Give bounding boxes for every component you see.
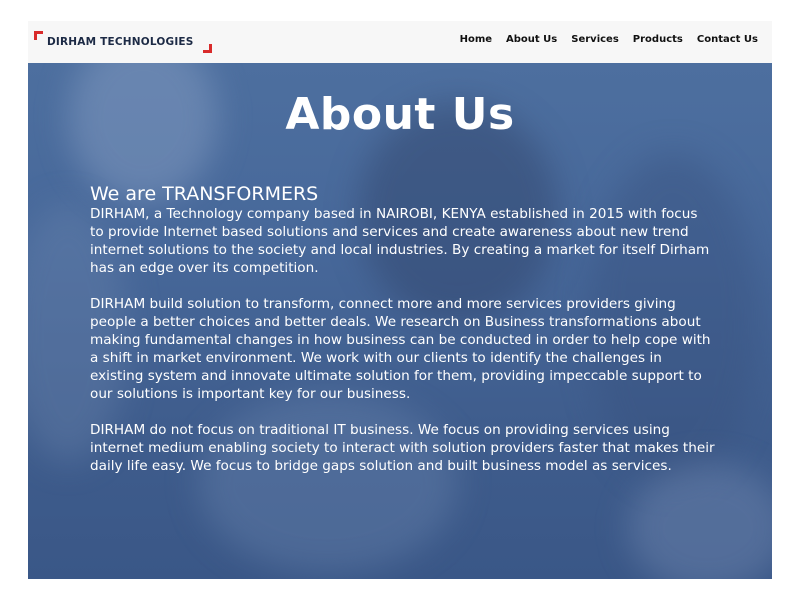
about-content: We are TRANSFORMERS DIRHAM, a Technology… — [90, 183, 715, 493]
about-paragraph: DIRHAM build solution to transform, conn… — [90, 296, 711, 402]
brand-logo[interactable]: DIRHAM TECHNOLOGIES — [34, 31, 212, 53]
nav-about-us[interactable]: About Us — [506, 34, 557, 45]
about-paragraph: DIRHAM do not focus on traditional IT bu… — [90, 422, 715, 474]
nav-contact-us[interactable]: Contact Us — [697, 34, 758, 45]
page-title: About Us — [285, 89, 515, 140]
nav-services[interactable]: Services — [571, 34, 619, 45]
about-hero-section: About Us We are TRANSFORMERS DIRHAM, a T… — [28, 63, 772, 579]
top-navbar: DIRHAM TECHNOLOGIES Home About Us Servic… — [28, 21, 772, 63]
page-frame: DIRHAM TECHNOLOGIES Home About Us Servic… — [28, 21, 772, 579]
about-paragraph: DIRHAM, a Technology company based in NA… — [90, 206, 710, 276]
main-nav: Home About Us Services Products Contact … — [460, 34, 758, 45]
logo-bracket-top-left — [34, 31, 43, 40]
nav-home[interactable]: Home — [460, 34, 492, 45]
section-subtitle: We are TRANSFORMERS — [90, 183, 319, 205]
nav-products[interactable]: Products — [633, 34, 683, 45]
logo-bracket-bottom-right — [203, 44, 212, 53]
brand-name: DIRHAM TECHNOLOGIES — [47, 36, 194, 48]
